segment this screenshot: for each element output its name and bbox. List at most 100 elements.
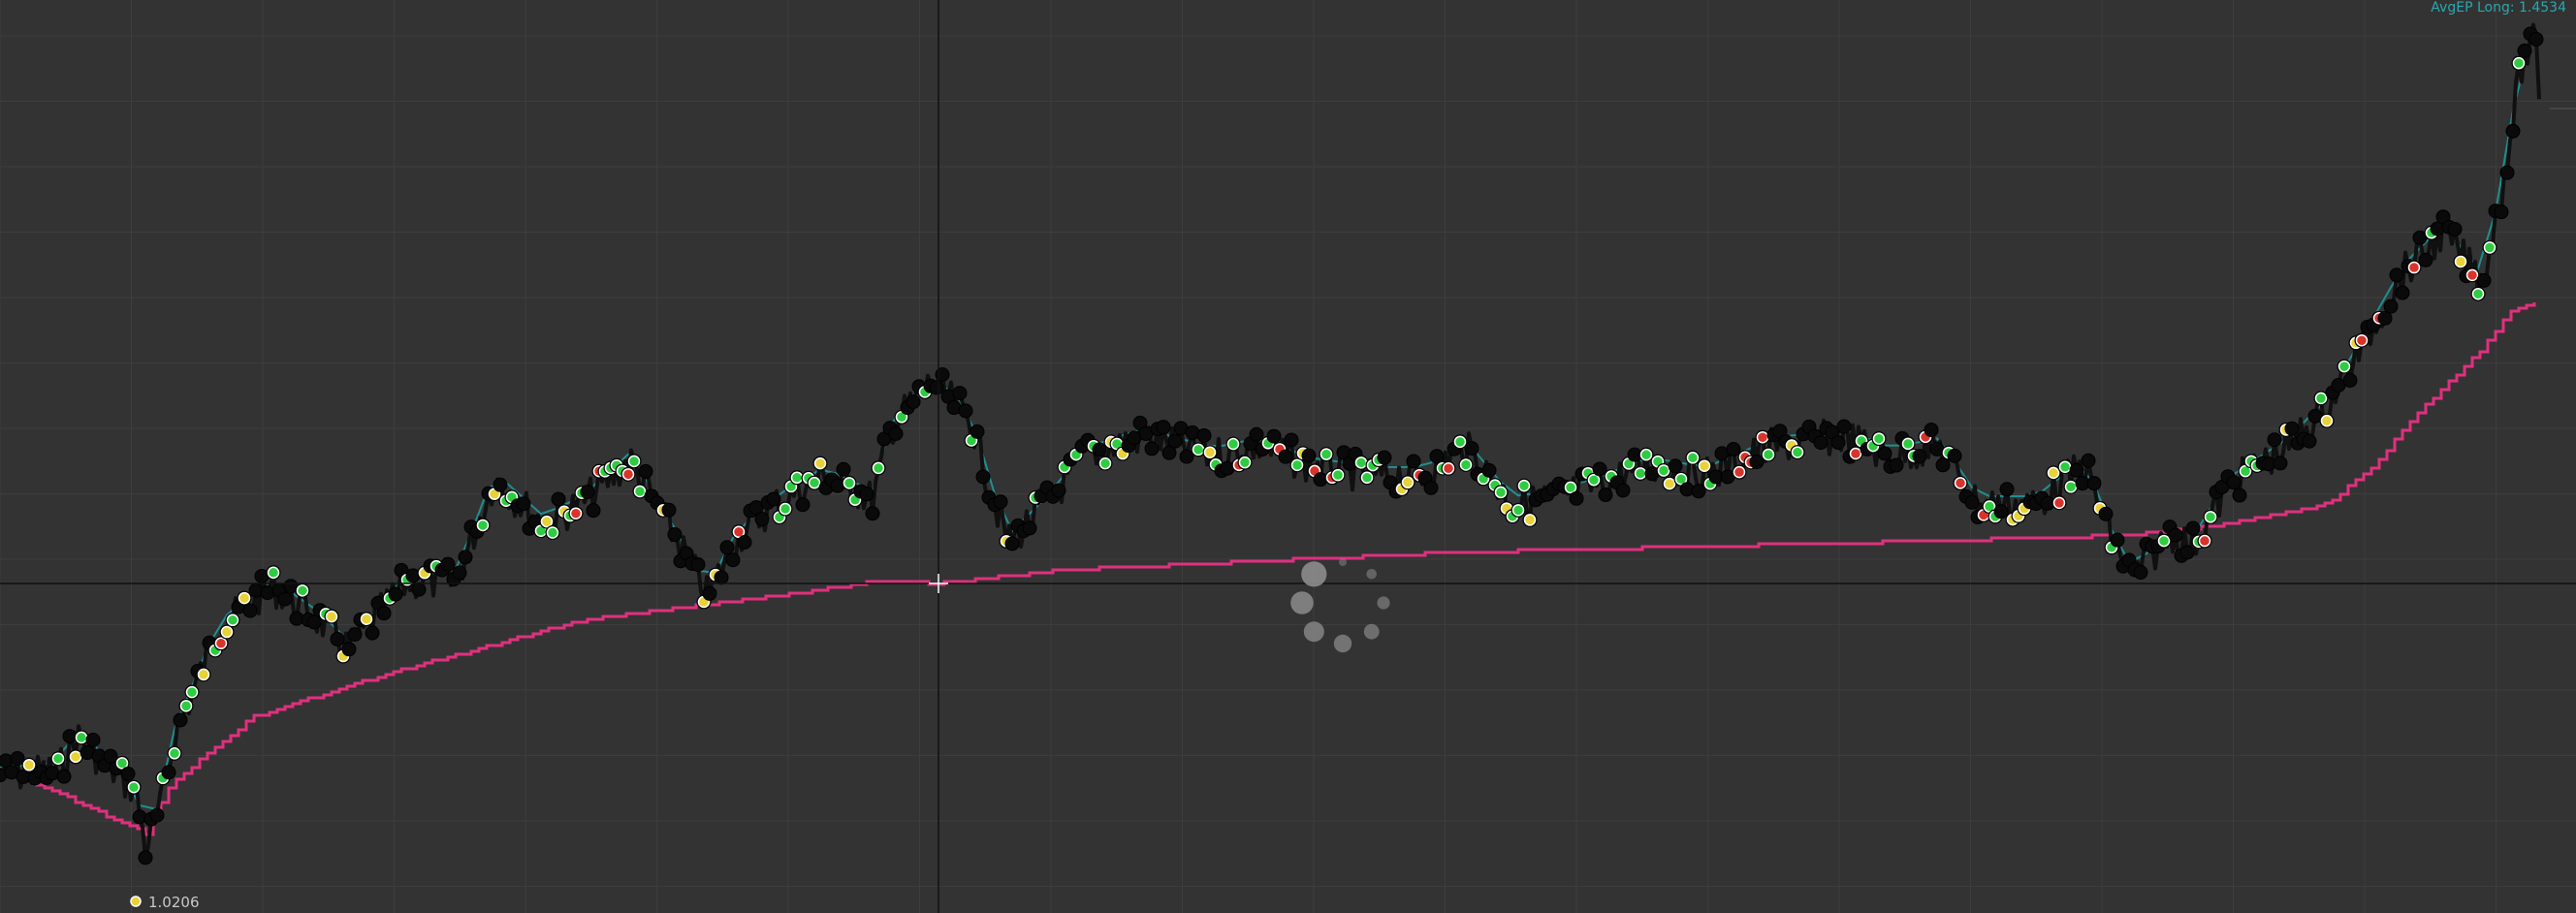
trade-marker-shadow [661, 502, 677, 518]
trade-marker-shadow [1167, 433, 1183, 449]
trade-marker-shadow [1092, 442, 1107, 457]
trade-marker-shadow [952, 386, 968, 401]
trade-marker-shadow [1964, 494, 1980, 510]
trade-marker-shadow [2069, 462, 2084, 478]
trade-marker-shadow [1726, 442, 1741, 457]
trade-marker-shadow [2110, 532, 2125, 548]
trade-marker-shadow [1377, 450, 1392, 465]
trade-marker-shadow [376, 606, 392, 621]
trade-marker [75, 731, 88, 744]
trade-marker [1663, 477, 1676, 490]
trade-marker-shadow [1196, 427, 1212, 443]
trade-marker-shadow [1423, 480, 1439, 495]
trade-marker-shadow [993, 494, 1008, 510]
trade-marker [1238, 456, 1252, 469]
trade-marker-shadow [2226, 475, 2242, 490]
trade-marker [1657, 464, 1670, 477]
trade-marker [226, 614, 239, 627]
trade-marker-shadow [2133, 565, 2148, 581]
trade-marker [2064, 481, 2078, 493]
trade-marker-shadow [138, 850, 153, 866]
trade-marker-shadow [1429, 449, 1445, 464]
trade-marker [1756, 430, 1769, 444]
trade-marker [546, 526, 559, 539]
trade-marker-shadow [458, 550, 473, 565]
trade-marker-shadow [580, 485, 595, 500]
trade-marker-shadow [2342, 372, 2358, 388]
spinner-dot [1290, 591, 1314, 614]
trade-marker-shadow [2499, 165, 2515, 180]
trade-marker-shadow [149, 807, 165, 823]
trade-marker [1733, 465, 1746, 479]
trade-marker-shadow [1598, 488, 1613, 503]
trade-marker [2337, 360, 2351, 373]
trade-marker-shadow [56, 769, 72, 784]
price-chart[interactable]: AvgEP Long: 1.4534 1.0206 [0, 0, 2576, 913]
trade-marker-shadow [347, 627, 363, 643]
spinner-dot [1363, 623, 1380, 640]
trade-marker-shadow [341, 642, 357, 657]
trade-marker-shadow [1004, 536, 1020, 551]
trade-marker [843, 477, 856, 489]
trade-marker-shadow [935, 367, 950, 383]
spinner-dot [1303, 621, 1324, 643]
price-chart-canvas[interactable] [0, 0, 2576, 913]
trade-marker-shadow [865, 506, 880, 521]
trade-marker-shadow [277, 591, 293, 607]
trade-marker-shadow [2389, 268, 2404, 283]
trade-marker [214, 637, 228, 650]
trade-marker [1354, 456, 1368, 469]
trade-marker [296, 584, 309, 597]
trade-marker [1954, 477, 1967, 489]
spinner-dot [1377, 596, 1390, 610]
trade-marker-shadow [242, 603, 258, 618]
trade-marker [2355, 333, 2369, 347]
spinner-dot [1366, 569, 1377, 580]
trade-marker-shadow [2494, 205, 2509, 220]
trade-marker [1587, 474, 1601, 487]
loading-spinner-icon [1290, 558, 1390, 653]
trade-marker-shadow [975, 469, 991, 485]
trade-marker [2047, 466, 2060, 480]
trade-marker-shadow [1144, 441, 1160, 456]
trade-marker-shadow [2517, 43, 2532, 58]
trade-marker [1320, 448, 1333, 460]
avg-entry-price-label: AvgEP Long: 1.4534 [2431, 0, 2566, 16]
trade-marker-shadow [1284, 432, 1299, 448]
trade-marker [872, 461, 885, 475]
trade-marker-shadow [2086, 476, 2102, 491]
trade-marker-shadow [1836, 419, 1852, 434]
trade-marker-shadow [173, 712, 188, 728]
trade-marker-shadow [2302, 433, 2317, 449]
trade-marker-shadow [1278, 449, 1293, 464]
trade-marker-shadow [1691, 484, 1706, 499]
trade-marker [1203, 446, 1217, 458]
low-price-label: 1.0206 [148, 894, 200, 911]
trade-marker-shadow [719, 540, 735, 555]
trade-marker-shadow [906, 394, 921, 410]
trade-marker [2512, 56, 2526, 70]
trade-marker [2314, 392, 2328, 405]
trade-marker [476, 519, 490, 532]
trade-marker [1698, 459, 1711, 472]
trade-marker [179, 700, 193, 712]
trade-marker [633, 485, 647, 498]
trade-marker-shadow [452, 565, 467, 581]
trade-marker [1459, 458, 1473, 471]
trade-marker [621, 468, 635, 481]
trade-marker-shadow [1592, 461, 1607, 477]
trade-marker-shadow [737, 534, 752, 550]
spinner-dot [1301, 561, 1327, 587]
trade-marker [1872, 432, 1886, 445]
trade-marker [1331, 468, 1345, 482]
trade-marker-shadow [1266, 428, 1282, 444]
trade-marker [168, 747, 181, 760]
trade-marker [1226, 437, 1240, 451]
trade-marker-shadow [120, 766, 136, 781]
trade-marker-shadow [1889, 457, 1904, 473]
trade-marker [2471, 287, 2485, 300]
trade-marker [1564, 481, 1577, 494]
trade-marker [1523, 514, 1537, 526]
trade-marker-shadow [702, 585, 717, 601]
trade-marker-shadow [2284, 421, 2300, 436]
